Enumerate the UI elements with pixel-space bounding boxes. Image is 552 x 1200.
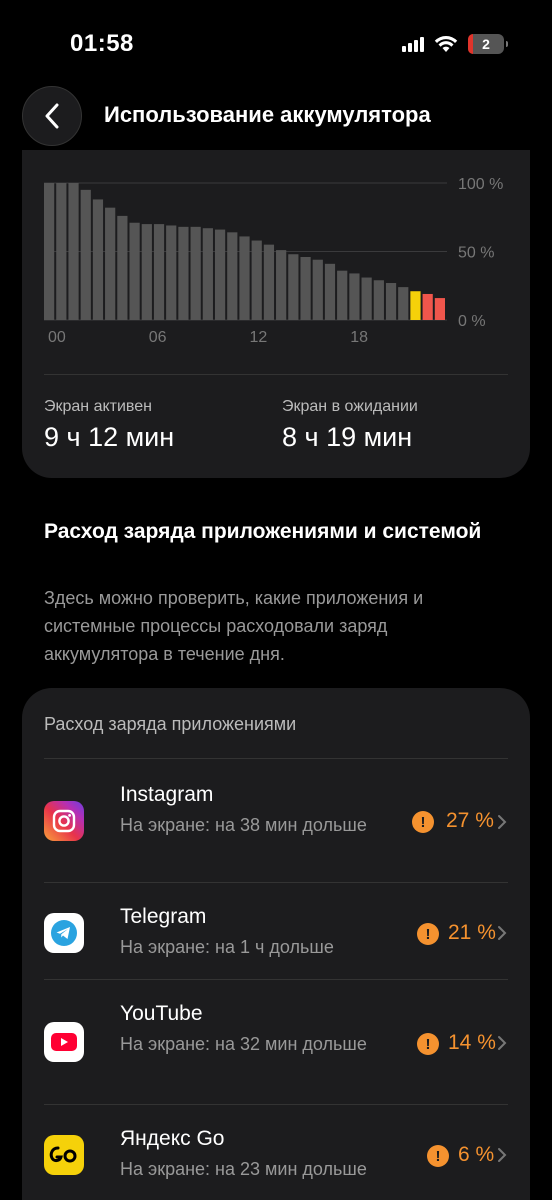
chevron-right-icon: [498, 815, 507, 829]
app-detail: На экране: на 32 мин дольше: [120, 1034, 367, 1054]
screen-active-label: Экран активен: [44, 398, 152, 415]
chevron-right-icon: [498, 1036, 507, 1050]
back-button[interactable]: [22, 86, 82, 146]
app-name: Telegram: [120, 905, 207, 928]
chart-x-tick-label: 06: [149, 329, 167, 346]
screen-active-value: 9 ч 12 мин: [44, 422, 175, 452]
telegram-icon: [44, 913, 84, 953]
chart-bar: [263, 244, 275, 320]
app-detail: На экране: на 1 ч дольше: [120, 937, 334, 957]
chart-bar: [68, 183, 79, 320]
battery-level: 2: [482, 36, 490, 52]
chart-bar: [190, 226, 201, 320]
chart-bar: [227, 232, 238, 320]
app-percent: 6 %: [458, 1143, 495, 1166]
chart-bar: [410, 291, 421, 320]
app-name: Яндекс Go: [120, 1127, 225, 1150]
chart-x-tick-label: 12: [250, 329, 268, 346]
chart-bar: [80, 189, 91, 320]
chart-bar: [141, 224, 152, 320]
warning-icon: !: [427, 1145, 449, 1167]
chart-bar: [373, 280, 384, 320]
screen-idle-value: 8 ч 19 мин: [282, 422, 413, 452]
chart-bar: [337, 270, 348, 320]
app-name: YouTube: [120, 1002, 203, 1025]
app-row-youtube[interactable]: YouTube На экране: на 32 мин дольше ! 14…: [44, 979, 508, 1104]
chart-bar: [312, 259, 323, 320]
page-title: Использование аккумулятора: [104, 102, 431, 127]
status-bar: 01:58 2: [0, 0, 552, 90]
chart-bar: [288, 254, 299, 320]
section-title: Расход заряда приложениями и системой: [44, 520, 482, 543]
app-percent: 14 %: [448, 1031, 496, 1054]
screen-idle-stat: Экран в ожидании 8 ч 19 мин: [282, 398, 418, 453]
youtube-icon: [44, 1022, 84, 1062]
status-icons: 2: [402, 34, 508, 54]
chart-bar: [178, 226, 189, 320]
chevron-right-icon: [498, 1148, 507, 1162]
chart-bar: [239, 236, 250, 320]
app-row-yandex-go[interactable]: Яндекс Go На экране: на 23 мин дольше ! …: [44, 1104, 508, 1200]
chart-bar: [214, 229, 226, 320]
chart-bar: [361, 277, 372, 320]
warning-icon: !: [417, 1033, 439, 1055]
chart-bar: [324, 263, 336, 320]
yandex-go-icon: [44, 1135, 84, 1175]
chart-bar: [56, 183, 67, 320]
chart-bar: [385, 283, 397, 320]
chart-bar: [92, 199, 104, 320]
app-usage-card-title: Расход заряда приложениями: [44, 714, 297, 734]
chart-x-tick-label: 00: [48, 329, 66, 346]
section-description: Здесь можно проверить, какие приложения …: [44, 588, 424, 664]
chart-bar: [300, 256, 311, 320]
app-usage-card: Расход заряда приложениями Instagram На …: [22, 688, 530, 1200]
chevron-right-icon: [498, 926, 507, 940]
app-name: Instagram: [120, 783, 214, 806]
chevron-left-icon: [45, 103, 59, 129]
chart-bar: [117, 215, 128, 320]
instagram-icon: [44, 801, 84, 841]
chart-bar: [202, 228, 213, 320]
app-percent: 21 %: [448, 921, 496, 944]
app-row-instagram[interactable]: Instagram На экране: на 38 мин дольше ! …: [44, 758, 508, 882]
screen-idle-label: Экран в ожидании: [282, 398, 418, 415]
chart-bar: [422, 293, 433, 320]
chart-bar: [398, 287, 409, 320]
chart-y-tick-label: 100 %: [458, 176, 503, 193]
warning-icon: !: [417, 923, 439, 945]
app-row-telegram[interactable]: Telegram На экране: на 1 ч дольше ! 21 %: [44, 882, 508, 979]
chart-bar: [44, 183, 55, 320]
app-percent: 27 %: [446, 809, 494, 832]
battery-level-chart: 100 % 50 % 0 % 00 06 12 18: [44, 176, 503, 346]
chart-bar: [153, 224, 165, 320]
chart-bar: [251, 240, 262, 320]
status-time: 01:58: [70, 30, 134, 57]
wifi-icon: [434, 36, 458, 52]
chart-y-tick-label: 0 %: [458, 313, 486, 330]
chart-y-tick-label: 50 %: [458, 245, 494, 262]
chart-bar: [349, 273, 360, 320]
chart-bar: [105, 207, 116, 320]
cellular-signal-icon: [402, 36, 424, 52]
chart-bar: [434, 298, 445, 320]
header: Использование аккумулятора: [0, 86, 552, 146]
app-detail: На экране: на 38 мин дольше: [120, 815, 367, 835]
app-detail: На экране: на 23 мин дольше: [120, 1159, 367, 1179]
warning-icon: !: [412, 811, 434, 833]
battery-chart-card: 100 % 50 % 0 % 00 06 12 18 Экран активен 9 ч 1…: [22, 150, 530, 478]
battery-indicator: 2: [468, 34, 508, 54]
divider: [44, 374, 508, 375]
chart-x-tick-label: 18: [350, 329, 368, 346]
chart-bar: [276, 250, 287, 320]
screen-active-stat: Экран активен 9 ч 12 мин: [44, 398, 174, 453]
chart-bar: [166, 225, 177, 320]
chart-bar: [129, 222, 140, 320]
